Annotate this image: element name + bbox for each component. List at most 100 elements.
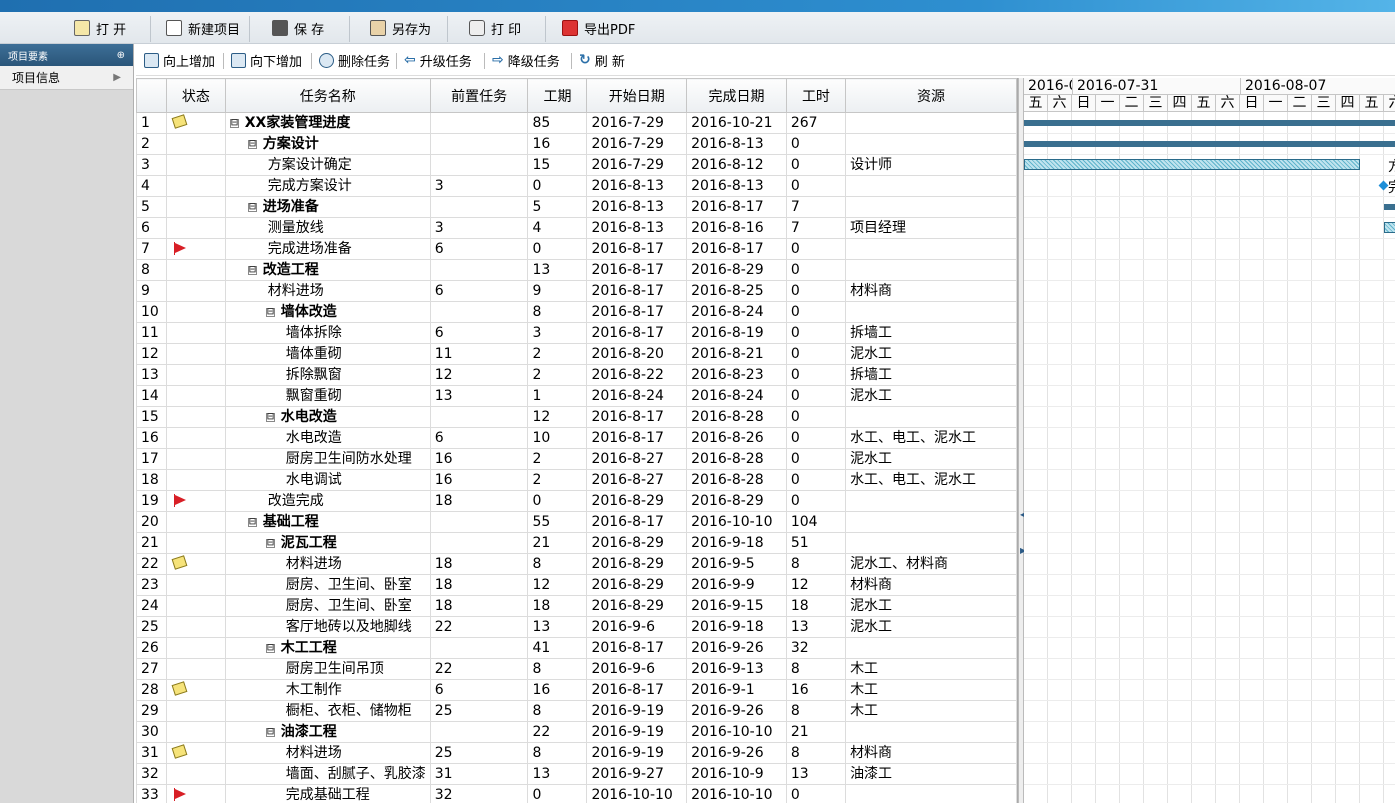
predecessor-cell[interactable]: 18: [429, 595, 529, 617]
column-header-status[interactable]: 状态: [165, 78, 226, 113]
work-cell[interactable]: 0: [785, 175, 847, 197]
gantt-summary-bar[interactable]: [1384, 204, 1395, 210]
column-header-end-date[interactable]: 完成日期: [686, 78, 787, 113]
duration-cell[interactable]: 5: [527, 196, 588, 218]
predecessor-cell[interactable]: 6: [429, 427, 529, 449]
end-date-cell[interactable]: 2016-8-19: [686, 322, 787, 344]
work-cell[interactable]: 0: [785, 490, 847, 512]
task-name-cell[interactable]: ⊟ 油漆工程: [224, 721, 431, 743]
row-number-cell[interactable]: 7: [136, 238, 167, 260]
table-row[interactable]: 30 ⊟ 油漆工程 22 2016-9-19 2016-10-10 21: [136, 721, 1017, 743]
work-cell[interactable]: 0: [785, 427, 847, 449]
work-cell[interactable]: 32: [785, 637, 847, 659]
predecessor-cell[interactable]: 6: [429, 238, 529, 260]
row-number-cell[interactable]: 33: [136, 784, 167, 803]
table-row[interactable]: 24 厨房、卫生间、卧室 18 18 2016-8-29 2016-9-15 18 泥水工: [136, 595, 1017, 617]
resource-cell[interactable]: 木工: [845, 658, 1017, 680]
row-number-cell[interactable]: 17: [136, 448, 167, 470]
collapse-toggle-icon[interactable]: ⊟: [247, 202, 257, 212]
table-row[interactable]: 14 飘窗重砌 13 1 2016-8-24 2016-8-24 0 泥水工: [136, 385, 1017, 407]
task-name-cell[interactable]: ⊟ XX家装管理进度: [224, 112, 431, 134]
status-cell[interactable]: [165, 574, 226, 596]
predecessor-cell[interactable]: [429, 637, 529, 659]
start-date-cell[interactable]: 2016-8-13: [586, 217, 688, 239]
task-name-cell[interactable]: ⊟ 方案设计: [224, 133, 431, 155]
work-cell[interactable]: 8: [785, 658, 847, 680]
collapse-toggle-icon[interactable]: ⊟: [247, 139, 257, 149]
status-cell[interactable]: [165, 448, 226, 470]
table-row[interactable]: 27 厨房卫生间吊顶 22 8 2016-9-6 2016-9-13 8 木工: [136, 658, 1017, 680]
end-date-cell[interactable]: 2016-9-26: [686, 742, 787, 764]
start-date-cell[interactable]: 2016-8-13: [586, 175, 688, 197]
status-cell[interactable]: [165, 301, 226, 323]
resource-cell[interactable]: [845, 406, 1017, 428]
resource-cell[interactable]: 泥水工: [845, 616, 1017, 638]
predecessor-cell[interactable]: [429, 511, 529, 533]
status-cell[interactable]: [165, 427, 226, 449]
table-row[interactable]: 4 完成方案设计 3 0 2016-8-13 2016-8-13 0: [136, 175, 1017, 197]
column-header-resource[interactable]: 资源: [845, 78, 1017, 113]
status-cell[interactable]: [165, 616, 226, 638]
row-number-cell[interactable]: 6: [136, 217, 167, 239]
note-icon[interactable]: [171, 555, 188, 570]
predecessor-cell[interactable]: 16: [429, 469, 529, 491]
table-row[interactable]: 11 墙体拆除 6 3 2016-8-17 2016-8-19 0 拆墙工: [136, 322, 1017, 344]
predecessor-cell[interactable]: 6: [429, 322, 529, 344]
status-cell[interactable]: [165, 364, 226, 386]
task-name-cell[interactable]: 拆除飘窗: [224, 364, 431, 386]
gantt-summary-bar[interactable]: [1024, 141, 1395, 147]
resource-cell[interactable]: [845, 511, 1017, 533]
task-name-cell[interactable]: 水电改造: [224, 427, 431, 449]
resource-cell[interactable]: 水工、电工、泥水工: [845, 427, 1017, 449]
status-cell[interactable]: [165, 154, 226, 176]
work-cell[interactable]: 7: [785, 217, 847, 239]
table-row[interactable]: 32 墙面、刮腻子、乳胶漆 31 13 2016-9-27 2016-10-9 13 油漆工: [136, 763, 1017, 785]
column-header-start-date[interactable]: 开始日期: [586, 78, 688, 113]
duration-cell[interactable]: 85: [527, 112, 588, 134]
work-cell[interactable]: 104: [785, 511, 847, 533]
start-date-cell[interactable]: 2016-8-17: [586, 259, 688, 281]
end-date-cell[interactable]: 2016-8-17: [686, 196, 787, 218]
predecessor-cell[interactable]: 32: [429, 784, 529, 803]
add-above-button[interactable]: 向上增加: [144, 51, 215, 70]
end-date-cell[interactable]: 2016-9-26: [686, 700, 787, 722]
table-row[interactable]: 5 ⊟ 进场准备 5 2016-8-13 2016-8-17 7: [136, 196, 1017, 218]
end-date-cell[interactable]: 2016-8-29: [686, 490, 787, 512]
delete-task-button[interactable]: 删除任务: [319, 51, 390, 70]
row-number-cell[interactable]: 21: [136, 532, 167, 554]
resource-cell[interactable]: [845, 532, 1017, 554]
resource-cell[interactable]: 设计师: [845, 154, 1017, 176]
row-number-cell[interactable]: 4: [136, 175, 167, 197]
start-date-cell[interactable]: 2016-7-29: [586, 133, 688, 155]
start-date-cell[interactable]: 2016-8-17: [586, 301, 688, 323]
work-cell[interactable]: 0: [785, 154, 847, 176]
duration-cell[interactable]: 4: [527, 217, 588, 239]
table-row[interactable]: 31 材料进场 25 8 2016-9-19 2016-9-26 8 材料商: [136, 742, 1017, 764]
duration-cell[interactable]: 13: [527, 259, 588, 281]
work-cell[interactable]: 16: [785, 679, 847, 701]
table-row[interactable]: 12 墙体重砌 11 2 2016-8-20 2016-8-21 0 泥水工: [136, 343, 1017, 365]
resource-cell[interactable]: 木工: [845, 679, 1017, 701]
resource-cell[interactable]: [845, 175, 1017, 197]
resource-cell[interactable]: [845, 238, 1017, 260]
status-cell[interactable]: [165, 784, 226, 803]
task-name-cell[interactable]: ⊟ 改造工程: [224, 259, 431, 281]
predecessor-cell[interactable]: 6: [429, 280, 529, 302]
row-number-cell[interactable]: 20: [136, 511, 167, 533]
resource-cell[interactable]: 泥水工: [845, 385, 1017, 407]
collapse-toggle-icon[interactable]: ⊟: [265, 412, 275, 422]
work-cell[interactable]: 7: [785, 196, 847, 218]
resource-cell[interactable]: 泥水工: [845, 343, 1017, 365]
save-as-button[interactable]: 另存为: [370, 14, 431, 42]
row-number-cell[interactable]: 9: [136, 280, 167, 302]
duration-cell[interactable]: 15: [527, 154, 588, 176]
end-date-cell[interactable]: 2016-9-5: [686, 553, 787, 575]
row-number-cell[interactable]: 26: [136, 637, 167, 659]
resource-cell[interactable]: 拆墙工: [845, 322, 1017, 344]
start-date-cell[interactable]: 2016-8-17: [586, 322, 688, 344]
new-project-button[interactable]: 新建项目: [166, 14, 240, 42]
end-date-cell[interactable]: 2016-9-18: [686, 616, 787, 638]
end-date-cell[interactable]: 2016-10-10: [686, 784, 787, 803]
work-cell[interactable]: 21: [785, 721, 847, 743]
work-cell[interactable]: 0: [785, 448, 847, 470]
